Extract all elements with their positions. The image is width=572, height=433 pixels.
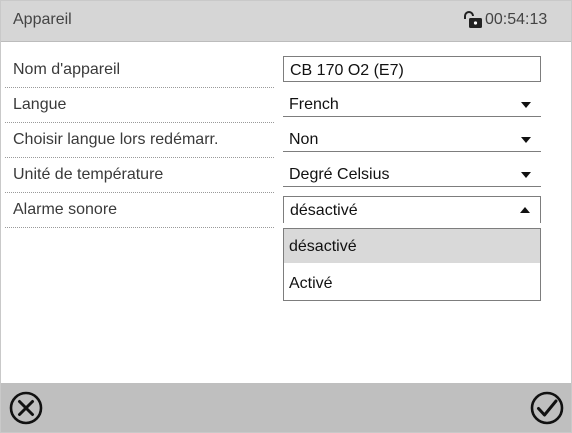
lock-icon xyxy=(464,11,482,28)
device-name-label: Nom d'appareil xyxy=(13,61,121,78)
temperature-unit-label: Unité de température xyxy=(13,166,164,183)
footer-bar xyxy=(1,383,571,432)
divider xyxy=(5,227,274,228)
language-value: French xyxy=(289,96,339,113)
language-label: Langue xyxy=(13,96,67,113)
underline xyxy=(283,186,541,187)
check-icon[interactable] xyxy=(528,389,566,427)
sound-alarm-options: désactivé Activé xyxy=(283,228,541,301)
temperature-unit-value: Degré Celsius xyxy=(289,166,390,183)
cancel-icon[interactable] xyxy=(7,389,45,427)
row-restart-language: Choisir langue lors redémarr. Non xyxy=(1,122,571,158)
chevron-down-icon xyxy=(521,102,531,108)
underline xyxy=(283,151,541,152)
row-temperature-unit: Unité de température Degré Celsius xyxy=(1,157,571,193)
device-settings-screen: Appareil 00:54:13 Nom d'appareil CB 170 … xyxy=(0,0,572,433)
chevron-down-icon xyxy=(521,172,531,178)
restart-language-select[interactable]: Non xyxy=(283,126,541,152)
device-name-input[interactable]: CB 170 O2 (E7) xyxy=(283,56,541,82)
sound-alarm-label: Alarme sonore xyxy=(13,201,118,218)
language-select[interactable]: French xyxy=(283,91,541,117)
restart-language-value: Non xyxy=(289,131,319,148)
temperature-unit-select[interactable]: Degré Celsius xyxy=(283,161,541,187)
page-title: Appareil xyxy=(13,11,72,28)
restart-language-label: Choisir langue lors redémarr. xyxy=(13,131,219,148)
option-disabled[interactable]: désactivé xyxy=(284,229,540,263)
row-sound-alarm: Alarme sonore désactivé xyxy=(1,192,571,228)
option-label: désactivé xyxy=(289,238,357,255)
row-language: Langue French xyxy=(1,87,571,123)
underline xyxy=(283,116,541,117)
chevron-up-icon xyxy=(520,207,530,213)
sound-alarm-select[interactable]: désactivé xyxy=(283,196,541,223)
option-label: Activé xyxy=(289,275,333,292)
sound-alarm-value: désactivé xyxy=(290,202,358,219)
title-bar: Appareil 00:54:13 xyxy=(1,1,571,42)
option-enabled[interactable]: Activé xyxy=(284,266,540,300)
row-device-name: Nom d'appareil CB 170 O2 (E7) xyxy=(1,52,571,88)
chevron-down-icon xyxy=(521,137,531,143)
clock: 00:54:13 xyxy=(485,11,548,28)
